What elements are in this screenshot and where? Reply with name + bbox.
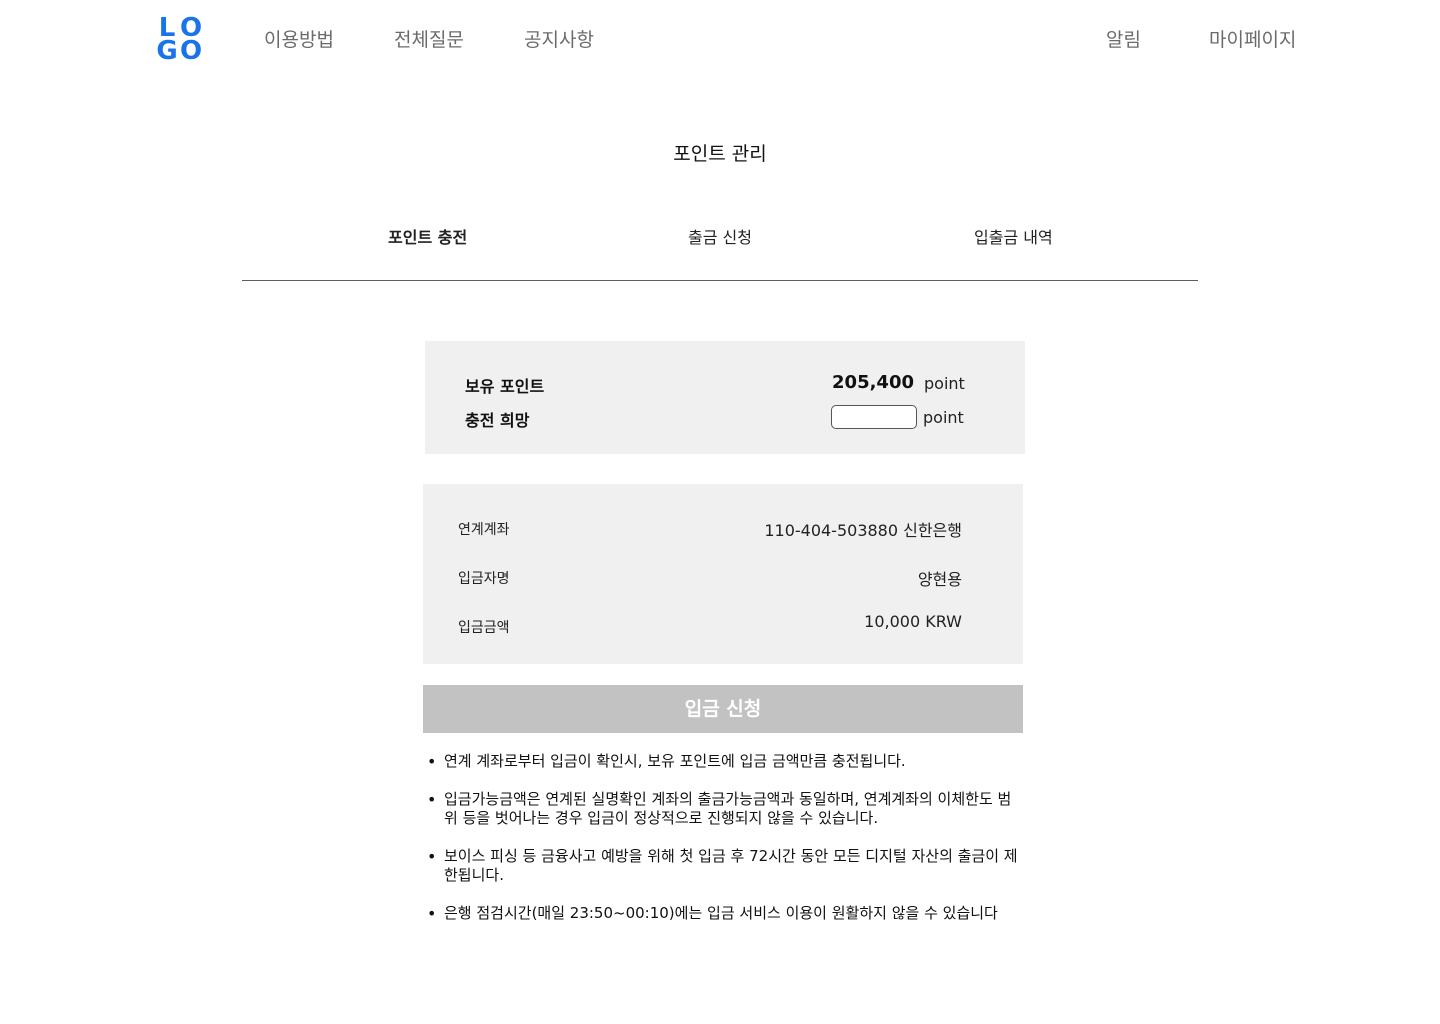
deposit-amount-value: 10,000 KRW [864,612,962,631]
linked-account-label: 연계계좌 [458,522,510,538]
tab-point-charge[interactable]: 포인트 충전 [388,228,467,248]
deposit-request-button[interactable]: 입금 신청 [423,685,1023,733]
held-points-unit: point [924,374,965,393]
charge-points-unit: point [923,408,964,427]
deposit-amount-label: 입금금액 [458,620,510,636]
logo[interactable]: L O G O [155,15,203,66]
charge-request-label: 충전 희망 [465,411,530,430]
held-points-value: 205,400 [832,372,914,393]
logo-letter: G [156,36,178,66]
tab-divider [242,280,1198,281]
nav-my-page[interactable]: 마이페이지 [1209,28,1296,52]
nav-how-to-use[interactable]: 이용방법 [264,28,334,52]
page-title: 포인트 관리 [673,143,767,165]
tab-withdrawal-request[interactable]: 출금 신청 [688,228,752,248]
notice-list: 연계 계좌로부터 입금이 확인시, 보유 포인트에 입금 금액만큼 충전됩니다.… [423,752,1023,942]
tab-transaction-history[interactable]: 입출금 내역 [974,228,1053,248]
logo-letter: O [179,36,203,66]
charge-amount-input[interactable] [831,405,917,429]
depositor-name-label: 입금자명 [458,571,510,587]
linked-account-value: 110-404-503880 신한은행 [764,521,962,540]
notice-item: 보이스 피싱 등 금융사고 예방을 위해 첫 입금 후 72시간 동안 모든 디… [423,847,1023,885]
notice-item: 은행 점검시간(매일 23:50~00:10)에는 입금 서비스 이용이 원활하… [423,904,1023,923]
notice-item: 연계 계좌로부터 입금이 확인시, 보유 포인트에 입금 금액만큼 충전됩니다. [423,752,1023,771]
nav-notifications[interactable]: 알림 [1106,28,1141,52]
nav-all-questions[interactable]: 전체질문 [394,28,464,52]
depositor-name-value: 양현용 [917,570,962,589]
points-panel [425,341,1025,454]
notice-item: 입금가능금액은 연계된 실명확인 계좌의 출금가능금액과 동일하며, 연계계좌의… [423,790,1023,828]
held-points-label: 보유 포인트 [465,377,545,396]
nav-notices[interactable]: 공지사항 [524,28,594,52]
